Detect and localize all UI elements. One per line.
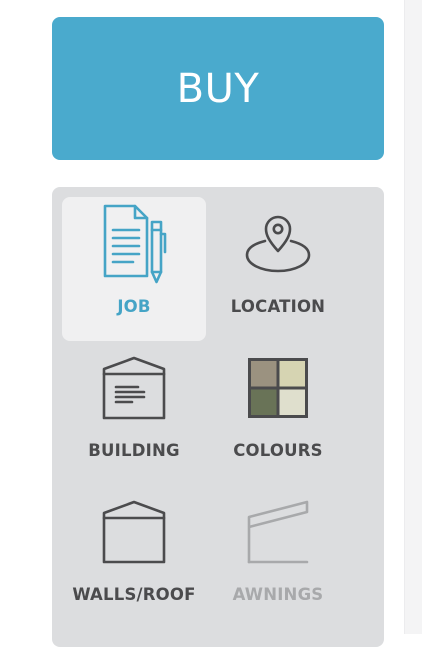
walls-roof-icon — [62, 499, 206, 565]
location-pin-icon — [206, 211, 350, 277]
building-icon — [62, 355, 206, 421]
colour-swatch-icon — [206, 355, 350, 421]
nav-item-walls-roof[interactable]: WALLS/ROOF — [62, 485, 206, 629]
nav-item-label: WALLS/ROOF — [72, 585, 196, 604]
nav-item-label: COLOURS — [233, 441, 323, 460]
nav-item-label: JOB — [117, 297, 151, 316]
nav-item-colours[interactable]: COLOURS — [206, 341, 350, 485]
nav-item-location[interactable]: LOCATION — [206, 197, 350, 341]
nav-item-label: LOCATION — [230, 297, 326, 316]
nav-item-job[interactable]: JOB — [62, 197, 206, 341]
document-pencil-icon — [62, 204, 206, 284]
nav-item-label: AWNINGS — [232, 585, 324, 604]
nav-item-awnings[interactable]: AWNINGS — [206, 485, 350, 629]
nav-panel: JOB LOCATION BUILDING COLOURS WALLS/ROOF… — [52, 187, 384, 647]
awning-icon — [206, 499, 350, 565]
nav-item-building[interactable]: BUILDING — [62, 341, 206, 485]
nav-item-label: BUILDING — [88, 441, 180, 460]
buy-button-label: BUY — [176, 65, 260, 112]
buy-button[interactable]: BUY — [52, 17, 384, 160]
scrollbar-track[interactable] — [404, 0, 422, 634]
